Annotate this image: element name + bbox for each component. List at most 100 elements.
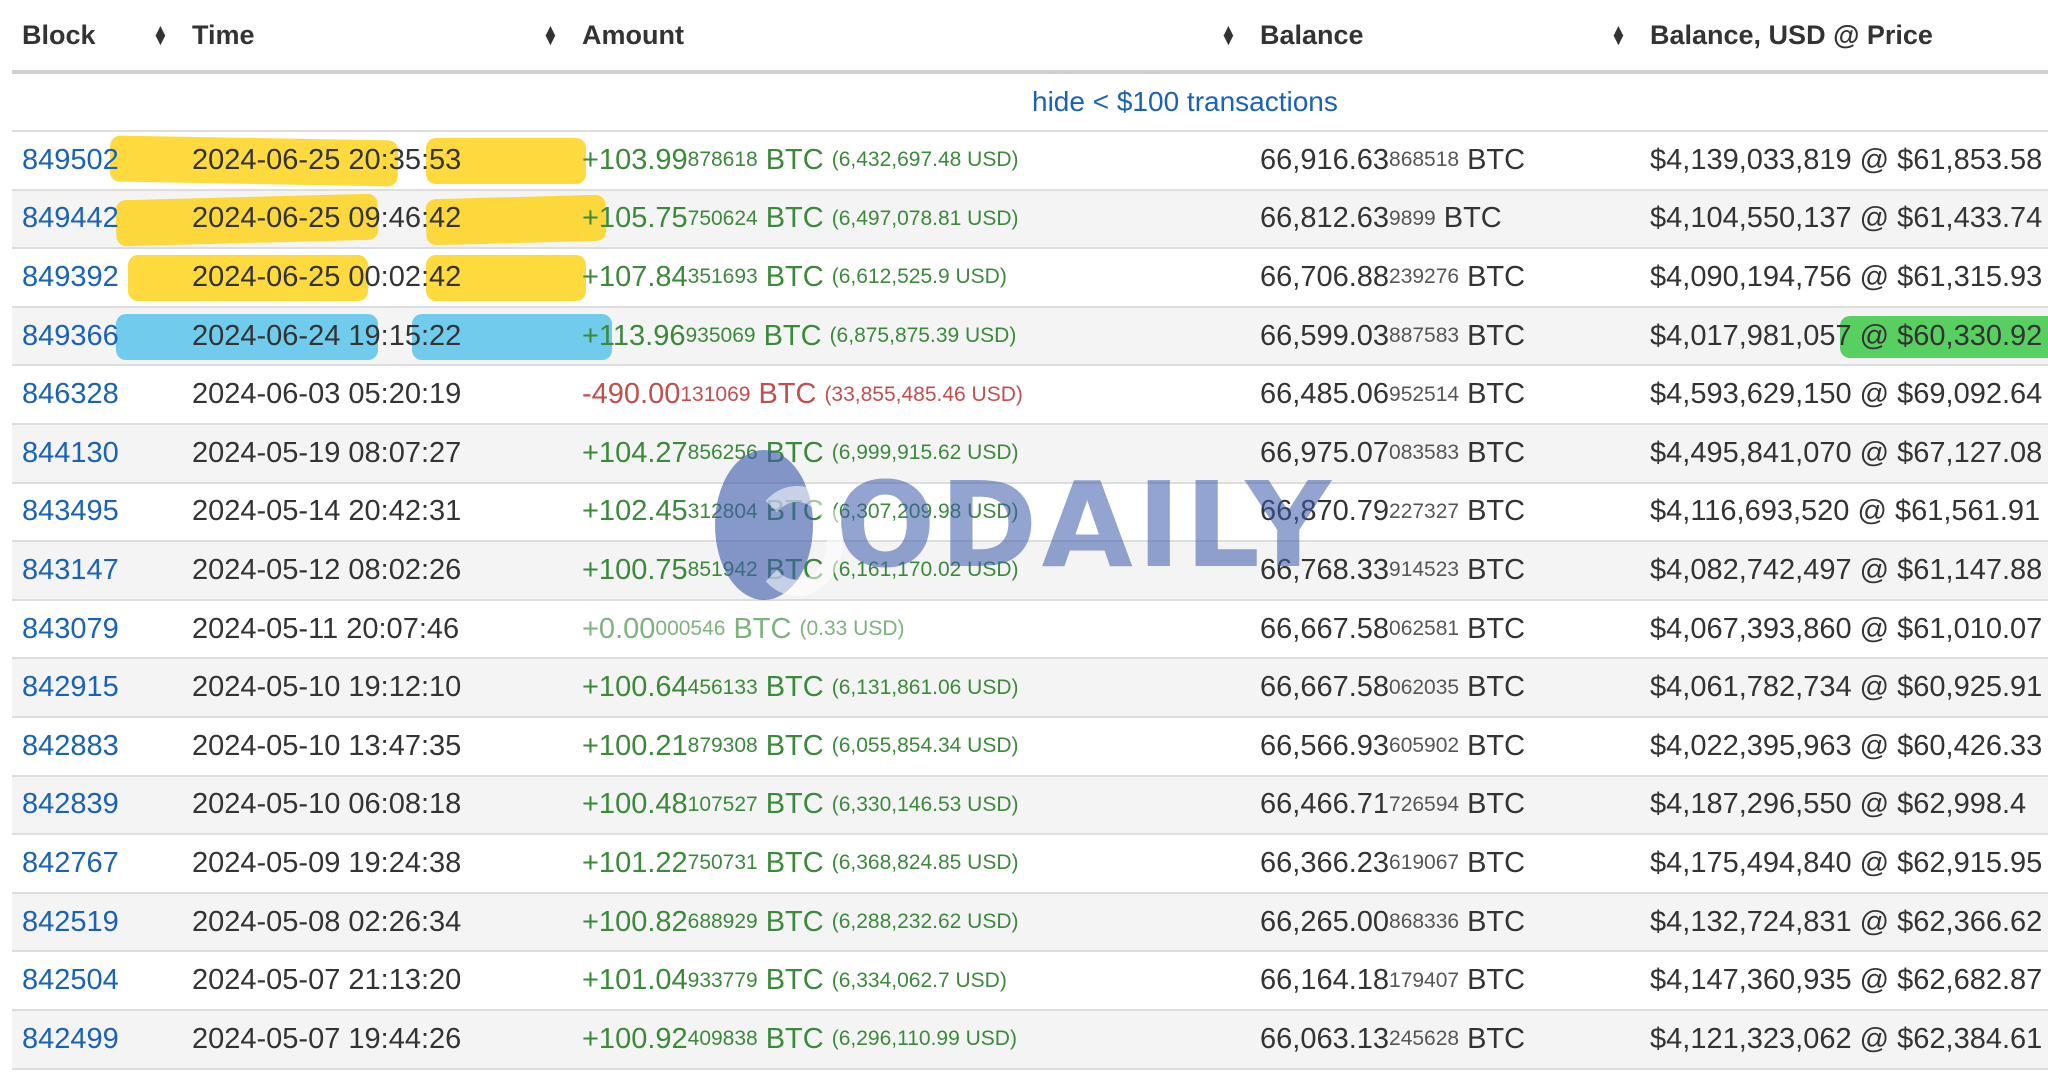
balance-usd-cell: $4,082,742,497 @ $61,147.88: [1650, 553, 2043, 586]
block-link[interactable]: 849392: [22, 261, 119, 294]
balance-usd-cell: $4,147,360,935 @ $62,682.87: [1650, 964, 2043, 997]
balance-main: 66,599.03: [1260, 319, 1390, 352]
amount-cell: +0.00 000546 BTC (0.33 USD): [582, 601, 905, 658]
balance-cell: 66,975.07 083583 BTC: [1260, 425, 1525, 482]
amount-cell: +101.22 750731 BTC (6,368,824.85 USD): [582, 835, 1019, 892]
amount-cell: +100.48 107527 BTC (6,330,146.53 USD): [582, 777, 1019, 834]
table-row: 849502 2024-06-25 20:35:53 +103.99 878618 BT…: [12, 132, 2048, 191]
block-link[interactable]: 842767: [22, 847, 119, 880]
time-cell: 2024-05-11 20:07:46: [192, 612, 460, 645]
balance-main: 66,667.58: [1260, 612, 1390, 645]
table-header: Block ▲ ▼ Time ▲ ▼ Amount ▲ ▼ Balance ▲ ▼ Ba…: [12, 0, 2048, 74]
amount-usd: (6,875,875.39 USD): [829, 324, 1017, 348]
amount-decimals: 312804: [687, 499, 758, 523]
header-balance[interactable]: Balance: [1260, 0, 1364, 70]
balance-decimals: 245628: [1389, 1027, 1460, 1051]
time-cell: 2024-05-10 06:08:18: [192, 788, 462, 821]
balance-cell: 66,566.93 605902 BTC: [1260, 718, 1525, 775]
amount-unit: BTC: [765, 671, 824, 704]
balance-main: 66,975.07: [1260, 436, 1390, 469]
amount-unit: BTC: [765, 964, 824, 997]
block-link[interactable]: 846328: [22, 378, 119, 411]
balance-unit: BTC: [1443, 202, 1502, 235]
balance-cell: 66,768.33 914523 BTC: [1260, 542, 1525, 599]
header-amount[interactable]: Amount: [582, 0, 684, 70]
balance-cell: 66,667.58 062581 BTC: [1260, 601, 1525, 658]
amount-main: +100.82: [582, 905, 688, 938]
balance-cell: 66,812.63 9899 BTC: [1260, 191, 1502, 248]
amount-cell: +100.64 456133 BTC (6,131,861.06 USD): [582, 659, 1019, 716]
block-link[interactable]: 843079: [22, 613, 119, 646]
page: Block ▲ ▼ Time ▲ ▼ Amount ▲ ▼ Balance ▲ ▼ Ba…: [0, 0, 2048, 1076]
balance-usd-cell: $4,495,841,070 @ $67,127.08: [1650, 436, 2043, 469]
table-body: 849502 2024-06-25 20:35:53 +103.99 878618 BT…: [12, 132, 2048, 1070]
block-link[interactable]: 843147: [22, 554, 119, 587]
balance-unit: BTC: [1467, 553, 1526, 586]
sort-time-icon[interactable]: ▲ ▼: [542, 0, 559, 70]
header-block[interactable]: Block: [22, 0, 96, 70]
sort-block-icon[interactable]: ▲ ▼: [152, 0, 169, 70]
balance-main: 66,366.23: [1260, 846, 1390, 879]
balance-unit: BTC: [1467, 964, 1526, 997]
block-link[interactable]: 842883: [22, 730, 119, 763]
amount-usd: (6,288,232.62 USD): [831, 910, 1019, 934]
amount-decimals: 933779: [687, 968, 758, 992]
amount-usd: (6,334,062.7 USD): [831, 968, 1007, 992]
amount-decimals: 935069: [685, 324, 756, 348]
hide-small-transactions-link[interactable]: hide < $100 transactions: [1032, 74, 1338, 130]
block-link[interactable]: 844130: [22, 437, 119, 470]
balance-cell: 66,706.88 239276 BTC: [1260, 249, 1525, 306]
amount-decimals: 000546: [655, 617, 726, 641]
balance-decimals: 083583: [1389, 441, 1460, 465]
balance-usd-cell: $4,121,323,062 @ $62,384.61: [1650, 1022, 2043, 1055]
balance-unit: BTC: [1467, 495, 1526, 528]
balance-cell: 66,667.58 062035 BTC: [1260, 659, 1525, 716]
balance-main: 66,706.88: [1260, 260, 1390, 293]
balance-main: 66,063.13: [1260, 1022, 1390, 1055]
block-link[interactable]: 842839: [22, 788, 119, 821]
amount-unit: BTC: [765, 905, 824, 938]
block-link[interactable]: 849366: [22, 320, 119, 353]
balance-unit: BTC: [1467, 378, 1526, 411]
balance-main: 66,164.18: [1260, 964, 1390, 997]
balance-cell: 66,466.71 726594 BTC: [1260, 777, 1525, 834]
sort-amount-icon[interactable]: ▲ ▼: [1220, 0, 1237, 70]
amount-decimals: 456133: [687, 675, 758, 699]
table-row: 842883 2024-05-10 13:47:35 +100.21 879308 BT…: [12, 717, 2048, 777]
amount-cell: +104.27 856256 BTC (6,999,915.62 USD): [582, 425, 1019, 482]
time-cell: 2024-06-25 20:35:53: [192, 143, 462, 176]
balance-unit: BTC: [1467, 788, 1526, 821]
table-row: 842839 2024-05-10 06:08:18 +100.48 107527 BT…: [12, 776, 2048, 836]
balance-usd-cell: $4,187,296,550 @ $62,998.4: [1650, 788, 2027, 821]
block-link[interactable]: 842519: [22, 906, 119, 939]
amount-usd: (6,497,078.81 USD): [831, 206, 1019, 230]
time-cell: 2024-06-25 09:46:42: [192, 202, 462, 235]
amount-usd: (6,161,170.02 USD): [831, 558, 1019, 582]
block-link[interactable]: 842915: [22, 671, 119, 704]
balance-decimals: 239276: [1389, 265, 1460, 289]
header-balance-usd[interactable]: Balance, USD @ Price: [1650, 0, 1933, 70]
sort-balance-icon[interactable]: ▲ ▼: [1610, 0, 1627, 70]
balance-decimals: 868518: [1389, 148, 1460, 172]
amount-cell: +102.45 312804 BTC (6,307,209.98 USD): [582, 484, 1019, 541]
header-time[interactable]: Time: [192, 0, 255, 70]
block-link[interactable]: 849442: [22, 202, 119, 235]
amount-usd: (6,368,824.85 USD): [831, 851, 1019, 875]
table-row: 843079 2024-05-11 20:07:46 +0.00 000546 BTC (…: [12, 600, 2048, 660]
amount-decimals: 878618: [687, 148, 758, 172]
table-row: 842504 2024-05-07 21:13:20 +101.04 933779 BT…: [12, 952, 2048, 1011]
block-link[interactable]: 842499: [22, 1023, 119, 1056]
balance-decimals: 605902: [1389, 734, 1460, 758]
table-row: 849442 2024-06-25 09:46:42 +105.75 750624 BT…: [12, 190, 2048, 250]
block-link[interactable]: 842504: [22, 964, 119, 997]
amount-decimals: 856256: [687, 441, 758, 465]
amount-main: -490.00: [582, 378, 681, 411]
balance-cell: 66,164.18 179407 BTC: [1260, 952, 1525, 1009]
block-link[interactable]: 843495: [22, 495, 119, 528]
amount-main: +100.92: [582, 1022, 688, 1055]
balance-usd-cell: $4,061,782,734 @ $60,925.91: [1650, 671, 2043, 704]
table-row: 846328 2024-06-03 05:20:19 -490.00 131069 BT…: [12, 366, 2048, 425]
balance-usd-cell: $4,090,194,756 @ $61,315.93: [1650, 260, 2043, 293]
balance-unit: BTC: [1467, 612, 1526, 645]
block-link[interactable]: 849502: [22, 144, 119, 177]
